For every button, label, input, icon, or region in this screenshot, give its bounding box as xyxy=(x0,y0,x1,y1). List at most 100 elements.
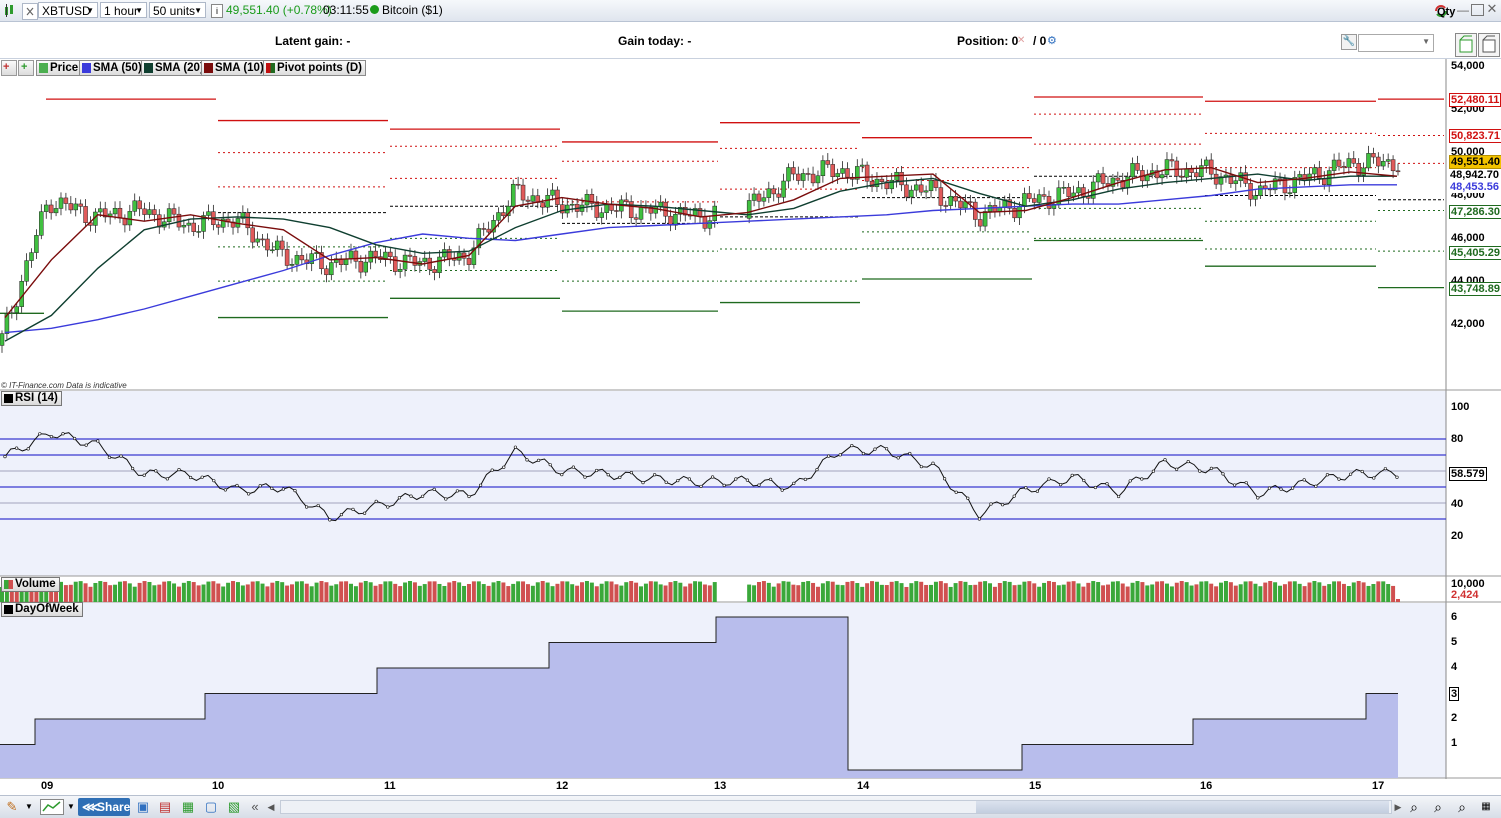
rsi-point xyxy=(931,461,935,465)
volume-bar xyxy=(584,581,589,602)
volume-bar xyxy=(1238,584,1243,602)
volume-bar xyxy=(678,582,683,602)
volume-bar xyxy=(904,586,909,602)
zoom-out-icon[interactable]: ⌕ xyxy=(1430,799,1446,815)
legend-pivot-points[interactable]: Pivot points (D) xyxy=(263,60,366,76)
zoom-in-icon[interactable]: ⌕ xyxy=(1454,799,1470,815)
date-label: 17 xyxy=(1372,780,1385,792)
volume-bar xyxy=(1371,584,1376,602)
add-indicator-button[interactable]: + xyxy=(18,60,34,76)
rsi-point xyxy=(1290,486,1295,490)
scroll-left-icon[interactable]: ◀ xyxy=(263,799,279,815)
link-icon[interactable] xyxy=(22,3,38,20)
rsi-point xyxy=(1198,469,1202,473)
candle-body xyxy=(815,175,821,184)
volume-bar xyxy=(698,581,702,602)
qty-input[interactable]: ▼ xyxy=(1358,34,1434,52)
volume-bar xyxy=(840,585,845,602)
report-icon[interactable]: ▤ xyxy=(157,799,173,815)
candle-body xyxy=(510,183,516,207)
sell-order-icon[interactable] xyxy=(1478,33,1500,57)
volume-bar xyxy=(1396,599,1400,602)
candle-body xyxy=(206,211,211,216)
rsi-point xyxy=(1093,485,1097,490)
table-icon[interactable]: ▦ xyxy=(180,799,196,815)
export-icon[interactable]: ▧ xyxy=(226,799,242,815)
rsi-label-text: RSI (14) xyxy=(15,392,58,404)
chart-style-icon[interactable] xyxy=(40,799,64,815)
chevron-down-icon: ▼ xyxy=(194,6,202,15)
window-icon[interactable]: ▢ xyxy=(203,799,219,815)
volume-bar xyxy=(462,585,467,602)
legend-label: Price xyxy=(50,62,79,74)
rsi-point xyxy=(826,454,831,458)
chart-type-icon[interactable] xyxy=(3,3,18,18)
volume-bar xyxy=(201,584,206,602)
price-tag-pivot-s2: 45,405.29 xyxy=(1449,246,1501,260)
symbol-selector[interactable]: XBTUSD ▼ xyxy=(38,2,98,18)
minimize-icon[interactable]: — xyxy=(1456,3,1470,17)
candle-body xyxy=(289,264,295,266)
volume-bar xyxy=(1160,581,1165,602)
volume-bar xyxy=(870,581,875,602)
close-position-icon[interactable]: ✕ xyxy=(1017,35,1025,46)
maximize-icon[interactable] xyxy=(1471,4,1484,16)
settings-gear-icon[interactable]: ⚙ xyxy=(1047,34,1057,47)
info-icon[interactable]: i xyxy=(211,4,223,18)
volume-bar xyxy=(452,581,457,602)
candle-body xyxy=(761,197,767,202)
zoom-fit-icon[interactable]: ⌕ xyxy=(1406,799,1422,815)
legend-sma-20[interactable]: SMA (20) xyxy=(141,60,208,76)
volume-panel-label[interactable]: Volume xyxy=(1,577,60,592)
units-selector[interactable]: 50 units ▼ xyxy=(149,2,206,18)
scrollbar-thumb[interactable] xyxy=(976,801,1389,813)
volume-bar xyxy=(294,581,299,602)
volume-bar xyxy=(447,582,452,602)
share-button[interactable]: ⋘ Share xyxy=(78,798,130,816)
comment-icon[interactable]: ▣ xyxy=(135,799,151,815)
horizontal-scrollbar[interactable] xyxy=(280,800,1392,814)
volume-bar xyxy=(752,585,757,602)
dayofweek-panel-label[interactable]: DayOfWeek xyxy=(1,602,83,617)
draw-tool-icon[interactable]: ✎ xyxy=(4,799,20,815)
candle-body xyxy=(132,200,137,212)
buy-order-icon[interactable] xyxy=(1455,33,1477,57)
volume-bar xyxy=(275,581,280,602)
rsi-panel-label[interactable]: RSI (14) xyxy=(1,391,62,406)
price-chart-svg[interactable] xyxy=(0,59,1501,779)
grid-icon[interactable]: ▦ xyxy=(1478,799,1494,815)
chevron-down-icon[interactable]: ▼ xyxy=(24,799,34,815)
rsi-axis-label: 40 xyxy=(1451,498,1464,510)
volume-bar xyxy=(73,581,78,602)
position-info-bar: Latent gain: - Gain today: - Position: 0… xyxy=(0,6,1501,59)
dow-axis-label: 2 xyxy=(1451,712,1458,724)
chart-area[interactable] xyxy=(0,59,1501,779)
chevron-down-icon[interactable]: ▼ xyxy=(66,799,76,815)
candle-body xyxy=(1302,174,1307,181)
volume-bar xyxy=(339,581,344,602)
wrench-icon[interactable]: 🔧 xyxy=(1341,34,1357,50)
candle-body xyxy=(373,250,378,257)
candle-body xyxy=(614,210,619,212)
candle-body xyxy=(1253,195,1258,200)
rsi-point xyxy=(316,503,320,508)
scroll-right-icon[interactable]: ▶ xyxy=(1390,799,1406,815)
volume-bar xyxy=(1076,583,1081,602)
candle-body xyxy=(909,189,914,198)
interval-selector[interactable]: 1 hour ▼ xyxy=(100,2,147,18)
volume-bar xyxy=(653,581,658,602)
volume-bar xyxy=(899,583,904,602)
legend-sma-10[interactable]: SMA (10) xyxy=(201,60,268,76)
candle-body xyxy=(1385,159,1391,162)
legend-price[interactable]: Price xyxy=(36,60,83,76)
volume-bar xyxy=(476,581,481,602)
close-icon[interactable]: ✕ xyxy=(1485,2,1499,16)
scroll-start-icon[interactable]: « xyxy=(247,799,263,815)
candle-body xyxy=(1135,163,1140,171)
zoom-out-button[interactable]: + xyxy=(1,60,17,76)
candle-body xyxy=(53,208,59,214)
legend-sma-50[interactable]: SMA (50) xyxy=(79,60,146,76)
volume-bar xyxy=(68,584,73,602)
price-tag-pivot-s1: 47,286.30 xyxy=(1449,205,1501,219)
volume-bar xyxy=(550,586,555,602)
